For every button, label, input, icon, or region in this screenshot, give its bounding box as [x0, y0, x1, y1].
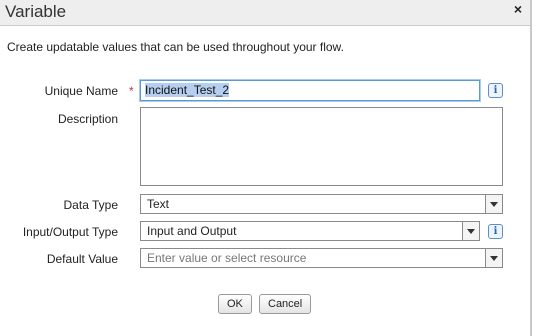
chevron-down-icon[interactable] — [462, 222, 479, 240]
dialog-titlebar: Variable × — [0, 0, 530, 26]
unique-name-label: Unique Name — [44, 84, 118, 98]
data-type-label: Data Type — [63, 198, 118, 212]
variable-dialog: Variable × Create updatable values that … — [0, 0, 532, 336]
default-value-label: Default Value — [46, 252, 118, 266]
default-value-placeholder[interactable]: Enter value or select resource — [147, 251, 496, 265]
description-textarea[interactable] — [140, 107, 503, 186]
io-type-value: Input and Output — [147, 224, 237, 238]
chevron-down-icon[interactable] — [485, 249, 502, 267]
chevron-down-icon[interactable] — [485, 195, 502, 213]
cancel-button[interactable]: Cancel — [259, 294, 312, 314]
dialog-title: Variable — [5, 2, 67, 21]
close-icon[interactable]: × — [514, 1, 522, 17]
dialog-intro-text: Create updatable values that can be used… — [7, 40, 344, 54]
default-value-combobox[interactable]: Enter value or select resource — [140, 248, 503, 268]
data-type-value: Text — [147, 197, 170, 211]
unique-name-value: Incident_Test_2 — [145, 83, 230, 97]
unique-name-input[interactable]: Incident_Test_2 — [140, 80, 480, 101]
required-marker: * — [129, 84, 134, 98]
info-icon[interactable]: i — [488, 83, 503, 98]
io-type-label: Input/Output Type — [22, 225, 118, 239]
ok-button[interactable]: OK — [218, 294, 252, 314]
description-label: Description — [57, 112, 118, 126]
io-type-select[interactable]: Input and Output — [140, 221, 480, 241]
info-icon[interactable]: i — [488, 224, 503, 239]
data-type-select[interactable]: Text — [140, 194, 503, 214]
